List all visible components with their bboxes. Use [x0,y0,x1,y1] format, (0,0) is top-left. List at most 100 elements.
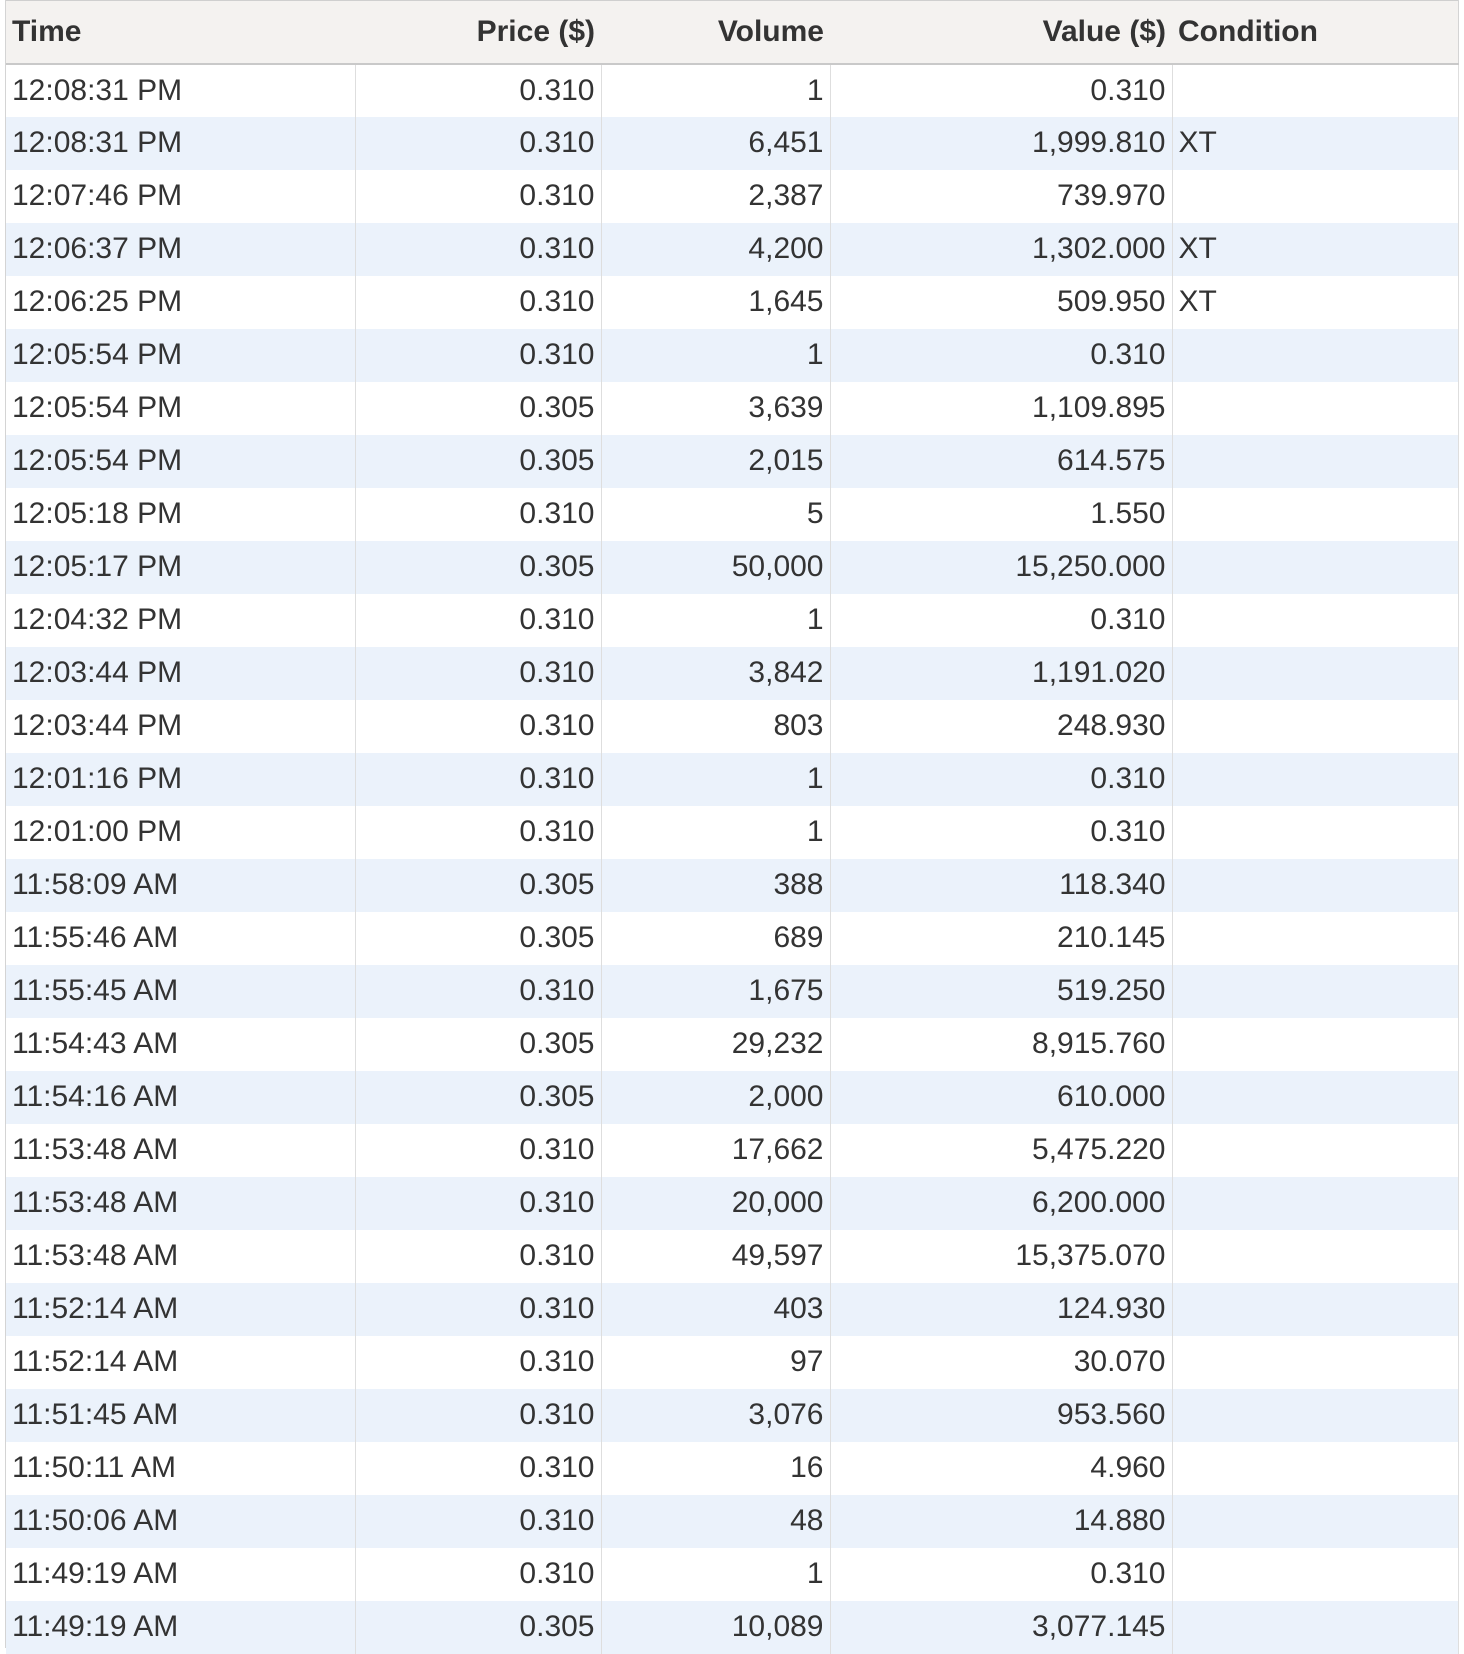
cell-price: 0.305 [355,540,602,594]
cell-condition: XT [1172,222,1459,276]
cell-volume: 49,597 [601,1229,831,1283]
cell-value: 5,475.220 [830,1123,1173,1177]
cell-volume: 3,639 [601,381,831,435]
cell-price: 0.310 [355,964,602,1018]
table-row: 11:58:09 AM 0.305 388 118.340 [6,858,1459,912]
cell-value: 614.575 [830,434,1173,488]
table-row: 11:50:11 AM 0.310 16 4.960 [6,1441,1459,1495]
cell-price: 0.310 [355,169,602,223]
cell-volume: 48 [601,1494,831,1548]
cell-condition [1172,1547,1459,1601]
cell-condition [1172,1017,1459,1071]
cell-condition [1172,63,1459,117]
table-row: 11:49:19 AM 0.305 10,089 3,077.145 [6,1600,1459,1654]
header-row: Time Price ($) Volume Value ($) Conditio… [6,0,1458,65]
cell-condition [1172,381,1459,435]
cell-price: 0.310 [355,805,602,859]
cell-time: 12:07:46 PM [6,169,356,223]
cell-volume: 20,000 [601,1176,831,1230]
cell-price: 0.310 [355,1494,602,1548]
cell-price: 0.310 [355,222,602,276]
table-row: 12:06:25 PM 0.310 1,645 509.950 XT [6,275,1459,329]
cell-condition [1172,1600,1459,1654]
cell-condition [1172,434,1459,488]
table-row: 11:53:48 AM 0.310 17,662 5,475.220 [6,1123,1459,1177]
cell-value: 1,302.000 [830,222,1173,276]
table-row: 12:03:44 PM 0.310 803 248.930 [6,699,1459,753]
table-row: 11:51:45 AM 0.310 3,076 953.560 [6,1388,1459,1442]
cell-volume: 1,675 [601,964,831,1018]
cell-time: 11:53:48 AM [6,1229,356,1283]
cell-value: 15,250.000 [830,540,1173,594]
cell-time: 12:03:44 PM [6,699,356,753]
cell-time: 11:54:43 AM [6,1017,356,1071]
table-row: 12:05:54 PM 0.305 2,015 614.575 [6,434,1459,488]
column-header-time[interactable]: Time [6,0,355,65]
cell-condition [1172,1123,1459,1177]
cell-value: 0.310 [830,593,1173,647]
cell-value: 610.000 [830,1070,1173,1124]
cell-price: 0.310 [355,1229,602,1283]
table-row: 11:53:48 AM 0.310 20,000 6,200.000 [6,1176,1459,1230]
cell-volume: 97 [601,1335,831,1389]
table-row: 12:03:44 PM 0.310 3,842 1,191.020 [6,646,1459,700]
column-header-price[interactable]: Price ($) [355,0,601,65]
cell-price: 0.310 [355,1441,602,1495]
cell-value: 3,077.145 [830,1600,1173,1654]
cell-volume: 4,200 [601,222,831,276]
cell-time: 12:08:31 PM [6,63,356,117]
cell-value: 6,200.000 [830,1176,1173,1230]
cell-price: 0.310 [355,328,602,382]
cell-condition: XT [1172,116,1459,170]
column-header-condition[interactable]: Condition [1172,0,1458,65]
trades-table-body: 12:08:31 PM 0.310 1 0.310 12:08:31 PM 0.… [6,63,1459,1654]
trades-table-header: Time Price ($) Volume Value ($) Conditio… [6,0,1458,65]
table-row: 11:55:46 AM 0.305 689 210.145 [6,911,1459,965]
table-row: 11:53:48 AM 0.310 49,597 15,375.070 [6,1229,1459,1283]
table-row: 12:08:31 PM 0.310 6,451 1,999.810 XT [6,116,1459,170]
cell-time: 11:49:19 AM [6,1600,356,1654]
cell-condition [1172,169,1459,223]
table-row: 11:52:14 AM 0.310 97 30.070 [6,1335,1459,1389]
cell-volume: 16 [601,1441,831,1495]
cell-price: 0.310 [355,699,602,753]
cell-volume: 5 [601,487,831,541]
table-row: 12:05:18 PM 0.310 5 1.550 [6,487,1459,541]
column-header-value[interactable]: Value ($) [830,0,1172,65]
cell-time: 12:05:54 PM [6,381,356,435]
cell-condition [1172,964,1459,1018]
column-header-volume[interactable]: Volume [601,0,830,65]
cell-volume: 3,076 [601,1388,831,1442]
cell-price: 0.305 [355,1017,602,1071]
cell-time: 11:50:06 AM [6,1494,356,1548]
cell-price: 0.305 [355,858,602,912]
cell-price: 0.305 [355,434,602,488]
cell-time: 11:50:11 AM [6,1441,356,1495]
cell-volume: 689 [601,911,831,965]
cell-price: 0.310 [355,646,602,700]
cell-volume: 10,089 [601,1600,831,1654]
table-row: 11:49:19 AM 0.310 1 0.310 [6,1547,1459,1601]
cell-condition [1172,805,1459,859]
trades-table-container: Time Price ($) Volume Value ($) Conditio… [6,0,1459,1654]
cell-time: 11:51:45 AM [6,1388,356,1442]
cell-time: 11:58:09 AM [6,858,356,912]
cell-volume: 403 [601,1282,831,1336]
cell-price: 0.305 [355,381,602,435]
table-row: 11:52:14 AM 0.310 403 124.930 [6,1282,1459,1336]
cell-condition [1172,752,1459,806]
cell-condition [1172,646,1459,700]
cell-time: 11:49:19 AM [6,1547,356,1601]
cell-condition [1172,1335,1459,1389]
cell-price: 0.305 [355,911,602,965]
cell-time: 11:55:45 AM [6,964,356,1018]
cell-value: 1.550 [830,487,1173,541]
cell-value: 509.950 [830,275,1173,329]
cell-time: 12:08:31 PM [6,116,356,170]
cell-condition [1172,1282,1459,1336]
cell-time: 12:05:54 PM [6,434,356,488]
cell-condition [1172,540,1459,594]
cell-value: 1,109.895 [830,381,1173,435]
cell-time: 12:04:32 PM [6,593,356,647]
cell-volume: 1,645 [601,275,831,329]
